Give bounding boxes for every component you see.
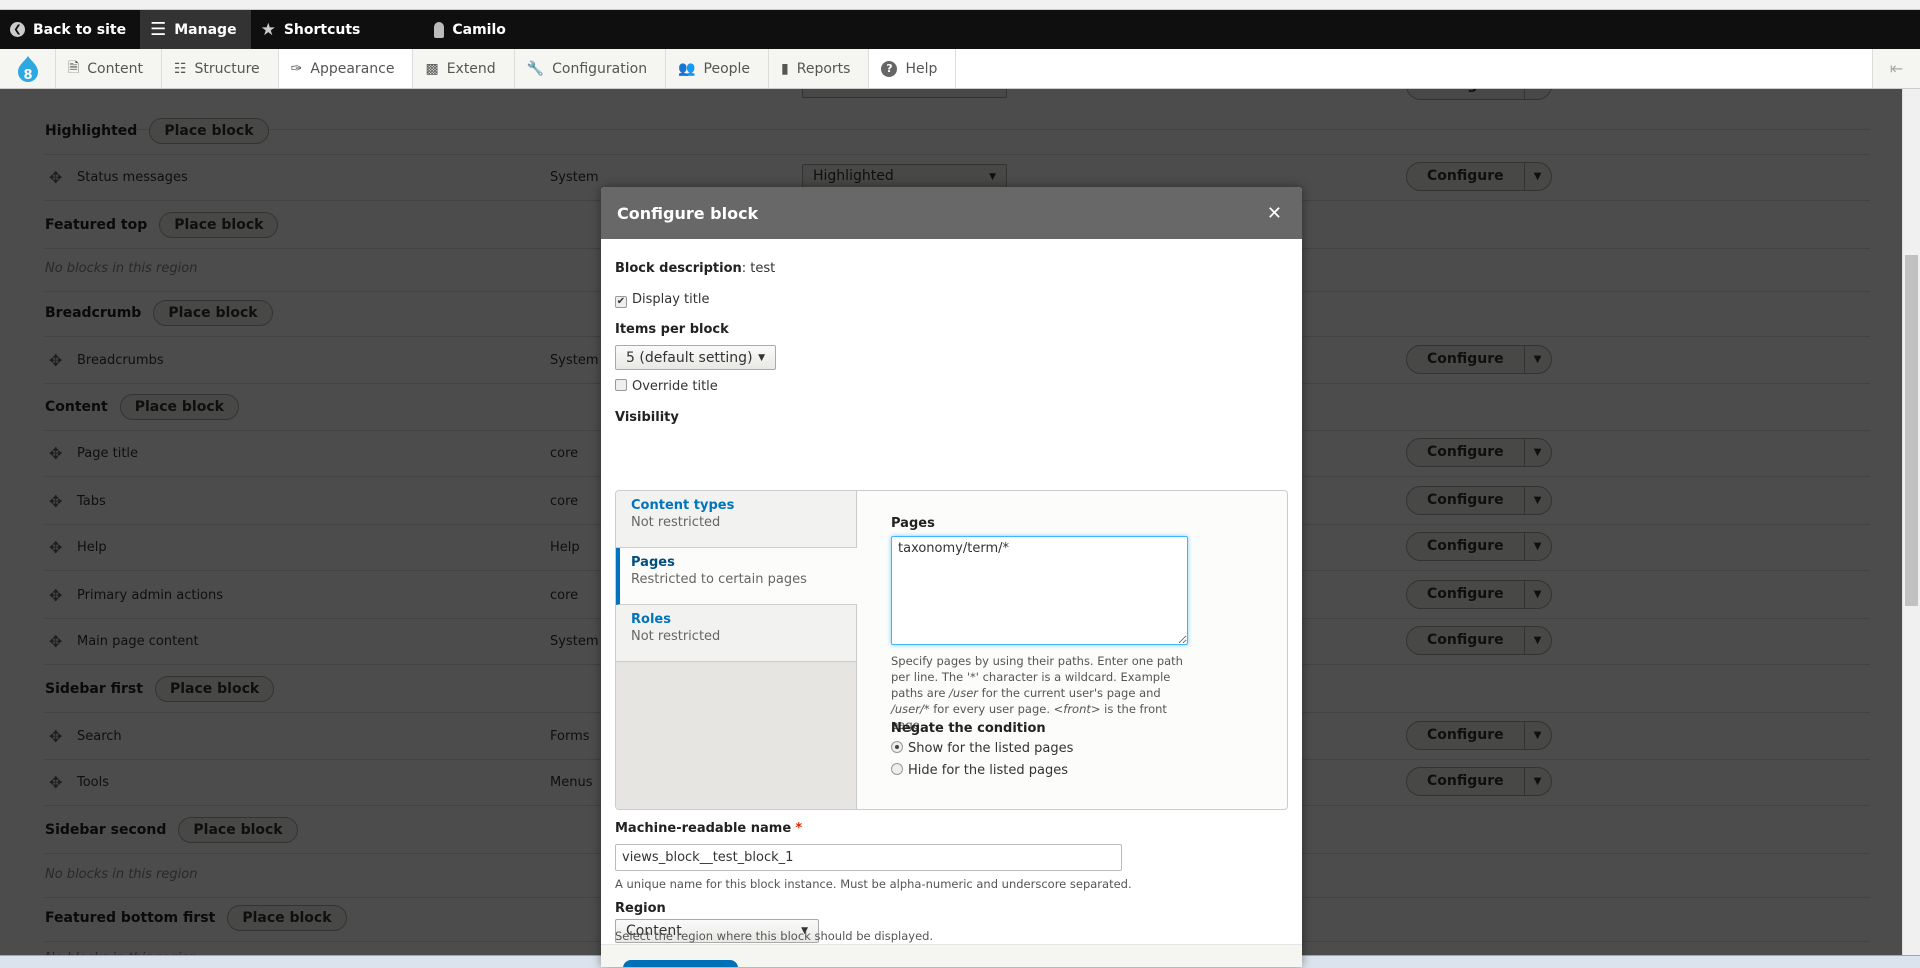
manage-label: Manage bbox=[174, 21, 237, 38]
tray-help[interactable]: ? Help bbox=[869, 49, 957, 88]
vtab-roles[interactable]: Roles Not restricted bbox=[616, 605, 856, 662]
dialog-footer bbox=[601, 944, 1302, 967]
tray-label: Content bbox=[87, 60, 143, 77]
help-icon: ? bbox=[881, 60, 898, 77]
dialog-titlebar: Configure block ✕ bbox=[601, 187, 1302, 239]
region-label: Region bbox=[615, 901, 666, 916]
tray-label: Configuration bbox=[552, 60, 648, 77]
tray-structure[interactable]: ☷ Structure bbox=[161, 49, 279, 88]
pages-textarea[interactable] bbox=[891, 536, 1188, 645]
items-per-block-value: 5 (default setting) bbox=[626, 349, 753, 366]
hamburger-icon: ☰ bbox=[150, 19, 167, 40]
tray-configuration[interactable]: 🔧 Configuration bbox=[514, 49, 667, 88]
user-icon bbox=[434, 21, 445, 38]
bar-chart-icon: ▮ bbox=[781, 60, 789, 77]
radio-label: Show for the listed pages bbox=[908, 741, 1074, 756]
tray-label: Appearance bbox=[310, 60, 395, 77]
star-icon: ★ bbox=[260, 19, 276, 40]
radio-unselected-icon[interactable] bbox=[891, 763, 903, 775]
page-scrollbar[interactable] bbox=[1902, 49, 1920, 968]
region-description: Select the region where this block shoul… bbox=[615, 929, 934, 943]
radio-label: Hide for the listed pages bbox=[908, 763, 1068, 778]
machine-name-input[interactable] bbox=[615, 844, 1122, 871]
items-per-block-label: Items per block bbox=[615, 322, 729, 337]
people-icon: 👥 bbox=[678, 60, 696, 77]
scrollbar-thumb[interactable] bbox=[1905, 255, 1918, 606]
vtab-title: Content types bbox=[631, 498, 735, 513]
pages-label: Pages bbox=[891, 516, 935, 531]
negate-label: Negate the condition bbox=[891, 721, 1046, 736]
tray-label: Extend bbox=[446, 60, 496, 77]
override-title-checkbox[interactable]: Override title bbox=[615, 379, 718, 394]
vtab-summary: Not restricted bbox=[631, 515, 721, 530]
block-description: Block description: test bbox=[615, 261, 775, 276]
svg-text:8: 8 bbox=[23, 68, 32, 83]
dialog-title: Configure block bbox=[617, 203, 759, 223]
tray-appearance[interactable]: ✑ Appearance bbox=[278, 49, 414, 88]
back-label: Back to site bbox=[33, 21, 127, 38]
admin-toolbar: ❮ Back to site ☰ Manage ★ Shortcuts Camilo bbox=[0, 10, 1920, 49]
paintbrush-icon: ✑ bbox=[290, 60, 303, 77]
tray-extend[interactable]: ▩ Extend bbox=[413, 49, 515, 88]
puzzle-icon: ▩ bbox=[425, 60, 439, 77]
radio-selected-icon[interactable] bbox=[891, 741, 903, 753]
drupal-logo-icon[interactable]: 8 bbox=[0, 49, 56, 88]
vtab-title: Pages bbox=[631, 555, 675, 570]
tray-people[interactable]: 👥 People bbox=[666, 49, 770, 88]
user-tab[interactable]: Camilo bbox=[424, 10, 520, 49]
collapse-tray-icon[interactable]: ⇤ bbox=[1872, 49, 1920, 88]
block-description-value: : test bbox=[741, 261, 776, 276]
desc-text: for every user page. bbox=[929, 702, 1054, 716]
machine-name-label: Machine-readable name * bbox=[615, 821, 802, 836]
user-label: Camilo bbox=[452, 21, 506, 38]
tray-label: Reports bbox=[796, 60, 851, 77]
desc-text: for the current user's page and bbox=[978, 686, 1161, 700]
save-block-button[interactable] bbox=[623, 960, 738, 967]
manage-tab[interactable]: ☰ Manage bbox=[140, 10, 251, 49]
tray-reports[interactable]: ▮ Reports bbox=[769, 49, 870, 88]
machine-name-label-text: Machine-readable name bbox=[615, 821, 792, 836]
browser-bookmarks-bar bbox=[0, 0, 1920, 10]
checkbox-unchecked-icon[interactable] bbox=[615, 379, 627, 391]
display-title-label: Display title bbox=[632, 292, 710, 307]
file-icon: 🗎 bbox=[68, 59, 80, 76]
configure-block-dialog: Configure block ✕ Block description: tes… bbox=[601, 187, 1302, 967]
vtab-pages[interactable]: Pages Restricted to certain pages bbox=[616, 548, 857, 605]
vtab-title: Roles bbox=[631, 612, 671, 627]
tray-label: Structure bbox=[194, 60, 260, 77]
tray-label: People bbox=[703, 60, 751, 77]
items-per-block-select[interactable]: 5 (default setting) ▼ bbox=[615, 345, 776, 370]
visibility-label: Visibility bbox=[615, 410, 679, 425]
radio-show[interactable]: Show for the listed pages bbox=[891, 741, 1073, 756]
shortcuts-label: Shortcuts bbox=[283, 21, 361, 38]
dropdown-arrow-icon: ▼ bbox=[758, 352, 765, 363]
desc-path: <front> bbox=[1053, 702, 1101, 716]
close-icon[interactable]: ✕ bbox=[1267, 203, 1282, 224]
back-to-site-link[interactable]: ❮ Back to site bbox=[0, 10, 140, 49]
back-circle-icon: ❮ bbox=[10, 22, 25, 37]
admin-tray: 8 🗎 Content ☷ Structure ✑ Appearance ▩ Exten… bbox=[0, 49, 1920, 89]
radio-hide[interactable]: Hide for the listed pages bbox=[891, 763, 1068, 778]
tray-label: Help bbox=[905, 60, 938, 77]
checkbox-checked-icon[interactable]: ✔ bbox=[615, 296, 627, 308]
desc-path: /user/* bbox=[891, 702, 930, 716]
override-title-label: Override title bbox=[632, 379, 718, 394]
block-description-label: Block description bbox=[615, 261, 742, 276]
shortcuts-tab[interactable]: ★ Shortcuts bbox=[251, 10, 375, 49]
visibility-vertical-tabs: Content types Not restricted Pages Restric… bbox=[615, 490, 1288, 810]
vtab-content-types[interactable]: Content types Not restricted bbox=[616, 491, 856, 548]
vtab-summary: Restricted to certain pages bbox=[631, 572, 807, 587]
desc-path: /user bbox=[949, 686, 979, 700]
wrench-icon: 🔧 bbox=[526, 60, 545, 77]
display-title-checkbox[interactable]: ✔ Display title bbox=[615, 292, 709, 308]
vtab-summary: Not restricted bbox=[631, 629, 721, 644]
vertical-tabs-menu: Content types Not restricted Pages Restric… bbox=[616, 491, 857, 809]
sitemap-icon: ☷ bbox=[173, 60, 187, 77]
required-marker: * bbox=[795, 821, 803, 836]
machine-name-description: A unique name for this block instance. M… bbox=[615, 877, 1132, 891]
tray-content[interactable]: 🗎 Content bbox=[56, 49, 162, 88]
